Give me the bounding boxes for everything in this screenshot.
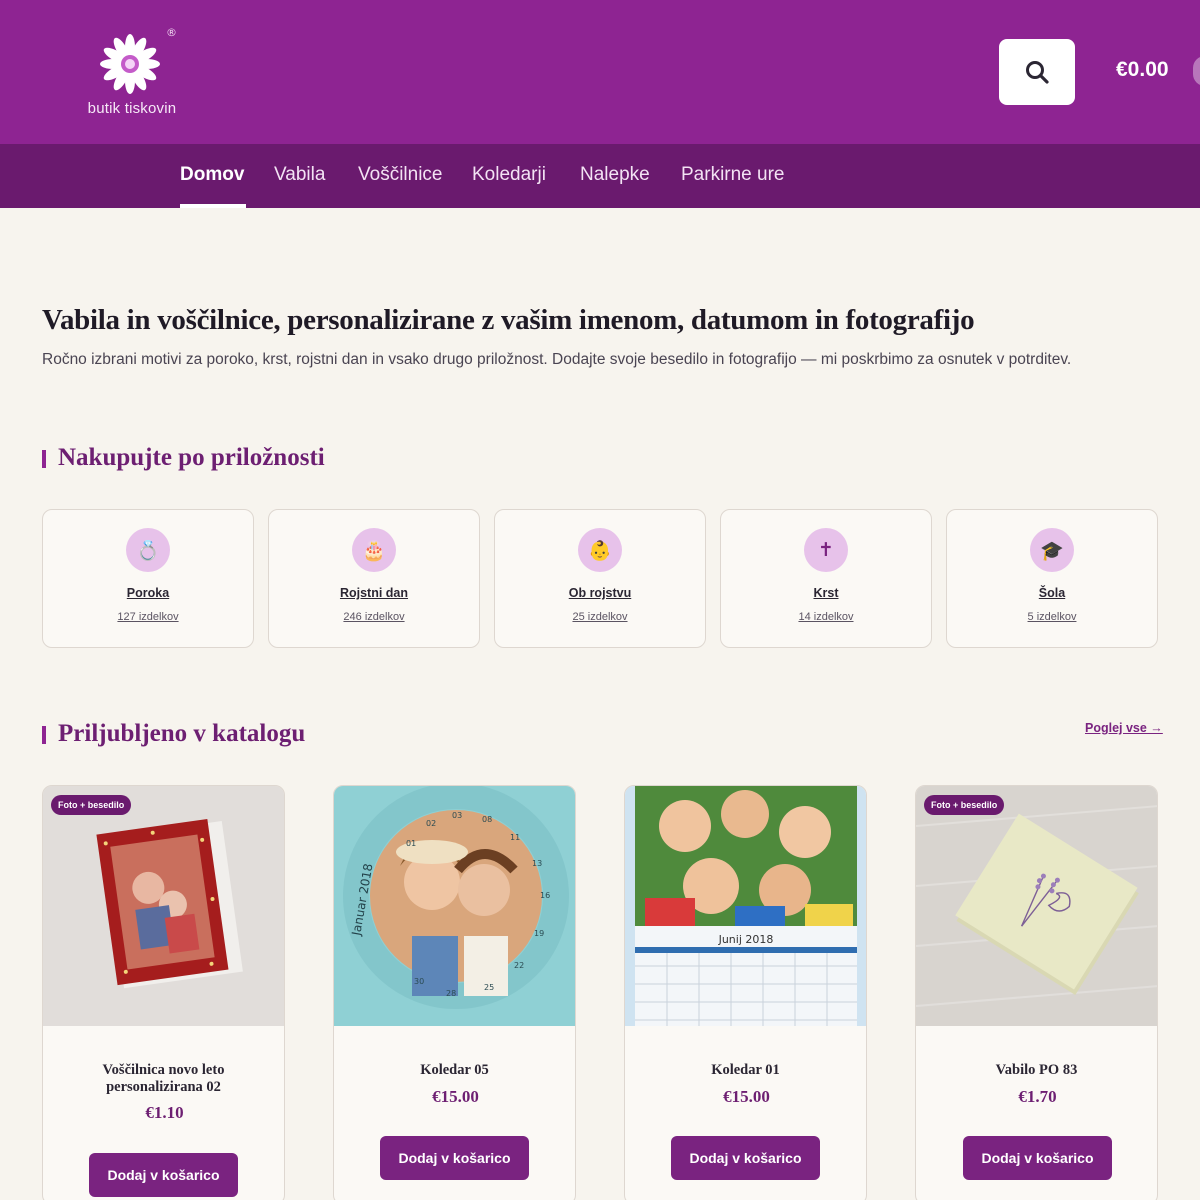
cake-icon: 🎂 (352, 528, 396, 572)
occasion-name[interactable]: Rojstni dan (269, 586, 479, 600)
product-image[interactable]: 01 02 03 08 11 13 16 19 22 25 28 30 Januar 2018 (334, 786, 575, 1026)
add-to-cart-button[interactable]: Dodaj v košarico (380, 1136, 529, 1180)
product-card: Foto + besedilo Voščilnica novo leto per… (42, 785, 285, 1200)
svg-text:28: 28 (446, 989, 456, 998)
product-badge: Foto + besedilo (924, 795, 1005, 815)
product-card: Junij 2018 Koledar 01 €15.00 Dodaj v koš… (624, 785, 867, 1200)
occasion-name[interactable]: Šola (947, 586, 1157, 600)
svg-text:02: 02 (426, 819, 436, 828)
product-image[interactable]: Junij 2018 (625, 786, 866, 1026)
occasions-title: Nakupujte po priložnosti (58, 444, 325, 471)
product-name[interactable]: Voščilnica novo leto personalizirana 02 (53, 1062, 274, 1096)
product-price: €1.10 (145, 1103, 184, 1122)
add-to-cart-button[interactable]: Dodaj v košarico (671, 1136, 820, 1180)
occasion-card-poroka[interactable]: 💍 Poroka 127 izdelkov (42, 509, 254, 648)
cart-total[interactable]: €0.00 (1116, 58, 1169, 82)
active-nav-indicator (180, 204, 246, 208)
occasion-card-ob-rojstvu[interactable]: 👶 Ob rojstvu 25 izdelkov (494, 509, 706, 648)
graduation-cap-icon: 🎓 (1030, 528, 1074, 572)
svg-text:13: 13 (532, 859, 542, 868)
logo-text: butik tiskovin (87, 100, 177, 117)
product-price: €15.00 (432, 1087, 479, 1106)
nav-item-vabila[interactable]: Vabila (274, 164, 325, 186)
svg-text:25: 25 (484, 983, 494, 992)
svg-text:01: 01 (406, 839, 416, 848)
baby-icon: 👶 (578, 528, 622, 572)
occasion-name[interactable]: Poroka (43, 586, 253, 600)
occasion-card-rojstni-dan[interactable]: 🎂 Rojstni dan 246 izdelkov (268, 509, 480, 648)
hero-title: Vabila in voščilnice, personalizirane z … (42, 304, 975, 336)
product-card: 01 02 03 08 11 13 16 19 22 25 28 30 Januar 2018 … (333, 785, 576, 1200)
occasion-count[interactable]: 127 izdelkov (43, 611, 253, 623)
svg-text:08: 08 (482, 815, 492, 824)
svg-text:16: 16 (540, 891, 550, 900)
catalog-title: Priljubljeno v katalogu (58, 720, 306, 747)
add-to-cart-button[interactable]: Dodaj v košarico (89, 1153, 238, 1197)
cart-count-badge[interactable] (1193, 56, 1200, 86)
occasion-count[interactable]: 25 izdelkov (495, 611, 705, 623)
section-accent-bar (42, 450, 46, 468)
svg-text:30: 30 (414, 977, 424, 986)
nav-item-domov[interactable]: Domov (180, 164, 244, 186)
search-icon (1026, 61, 1049, 84)
search-button[interactable] (999, 39, 1075, 105)
product-name[interactable]: Koledar 05 (344, 1062, 565, 1079)
site-header: ® butik tiskovin €0.00 (0, 0, 1200, 144)
occasion-card-krst[interactable]: ✝ Krst 14 izdelkov (720, 509, 932, 648)
occasion-name[interactable]: Ob rojstvu (495, 586, 705, 600)
svg-text:03: 03 (452, 811, 462, 820)
flower-logo-icon (100, 34, 160, 94)
svg-text:11: 11 (510, 833, 520, 842)
product-name[interactable]: Vabilo PO 83 (926, 1062, 1147, 1079)
occasion-count[interactable]: 14 izdelkov (721, 611, 931, 623)
occasion-card-sola[interactable]: 🎓 Šola 5 izdelkov (946, 509, 1158, 648)
section-accent-bar (42, 726, 46, 744)
hero-subtitle: Ročno izbrani motivi za poroko, krst, ro… (42, 351, 1072, 368)
view-all-link[interactable]: Poglej vse → (1085, 721, 1163, 735)
nav-item-parkirne-ure[interactable]: Parkirne ure (681, 164, 785, 186)
nav-item-voscilnice[interactable]: Voščilnice (358, 164, 443, 186)
ring-icon: 💍 (126, 528, 170, 572)
nav-item-koledarji[interactable]: Koledarji (472, 164, 546, 186)
registered-mark: ® (166, 26, 177, 39)
main-navigation: Domov Vabila Voščilnice Koledarji Nalepk… (0, 144, 1200, 208)
occasion-count[interactable]: 5 izdelkov (947, 611, 1157, 623)
occasion-name[interactable]: Krst (721, 586, 931, 600)
product-price: €15.00 (723, 1087, 770, 1106)
site-logo[interactable]: ® butik tiskovin (84, 26, 180, 120)
cross-icon: ✝ (804, 528, 848, 572)
product-price: €1.70 (1018, 1087, 1057, 1106)
calendar-month-label: Junij 2018 (718, 933, 774, 946)
add-to-cart-button[interactable]: Dodaj v košarico (963, 1136, 1112, 1180)
nav-item-nalepke[interactable]: Nalepke (580, 164, 650, 186)
product-card: Foto + besedilo Vabilo PO 83 €1.70 Dodaj… (915, 785, 1158, 1200)
occasion-count[interactable]: 246 izdelkov (269, 611, 479, 623)
svg-text:19: 19 (534, 929, 544, 938)
product-badge: Foto + besedilo (51, 795, 132, 815)
svg-text:22: 22 (514, 961, 524, 970)
product-name[interactable]: Koledar 01 (635, 1062, 856, 1079)
product-image[interactable]: Foto + besedilo (43, 786, 284, 1026)
product-image[interactable]: Foto + besedilo (916, 786, 1157, 1026)
